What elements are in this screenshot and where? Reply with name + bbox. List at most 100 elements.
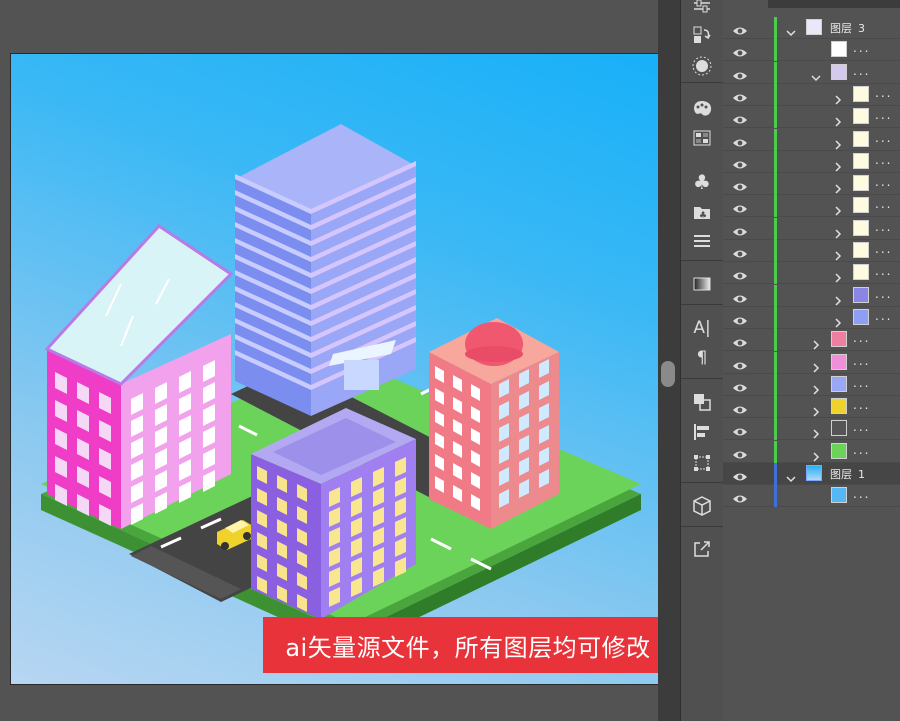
visibility-eye-icon[interactable] xyxy=(732,134,748,146)
visibility-eye-icon[interactable] xyxy=(732,490,748,503)
sublayer-name[interactable]: ... xyxy=(875,197,892,211)
sublayer-row[interactable]: ... xyxy=(723,83,900,106)
sublayer-name[interactable]: ... xyxy=(853,331,870,345)
visibility-eye-icon[interactable] xyxy=(732,67,748,80)
chevron-right-icon[interactable] xyxy=(833,179,843,194)
sublayer-row[interactable]: ... xyxy=(723,329,900,352)
chevron-right-icon[interactable] xyxy=(811,380,821,395)
chevron-down-icon[interactable] xyxy=(786,23,796,37)
sublayer-row[interactable]: ... xyxy=(723,61,900,84)
visibility-eye-icon[interactable] xyxy=(732,223,748,236)
chevron-right-icon[interactable] xyxy=(811,335,821,350)
sublayer-row[interactable]: ... xyxy=(723,217,900,240)
sublayer-row[interactable]: ... xyxy=(723,306,900,329)
layer-name[interactable]: 图层 1 xyxy=(830,466,865,482)
chevron-right-icon[interactable] xyxy=(811,402,821,417)
sublayer-row[interactable]: ... xyxy=(723,373,900,396)
chevron-right-icon[interactable] xyxy=(833,291,843,306)
sublayer-name[interactable]: ... xyxy=(853,443,870,457)
sublayer-row[interactable]: ... xyxy=(723,284,900,307)
sublayer-name[interactable]: ... xyxy=(875,264,892,278)
sun-icon[interactable] xyxy=(688,54,716,78)
align-icon[interactable] xyxy=(688,420,716,444)
chevron-right-icon[interactable] xyxy=(811,358,821,373)
paragraph-icon[interactable]: ¶ xyxy=(688,346,716,370)
sublayer-row[interactable]: ... xyxy=(723,150,900,173)
visibility-eye-icon[interactable] xyxy=(732,468,748,481)
sublayer-name[interactable]: ... xyxy=(853,376,870,390)
visibility-eye-icon[interactable] xyxy=(732,312,748,325)
sublayer-name[interactable]: ... xyxy=(875,242,892,256)
chevron-right-icon[interactable] xyxy=(833,157,843,172)
visibility-eye-icon[interactable] xyxy=(732,267,748,280)
sublayer-name[interactable]: ... xyxy=(875,175,892,189)
chevron-down-icon[interactable] xyxy=(811,68,821,81)
sublayer-name[interactable]: ... xyxy=(875,309,892,323)
transform-box-icon[interactable] xyxy=(688,451,716,475)
visibility-eye-icon[interactable] xyxy=(732,423,748,436)
sublayer-name[interactable]: ... xyxy=(853,64,870,78)
menu-lines-icon[interactable] xyxy=(688,229,716,253)
visibility-eye-icon[interactable] xyxy=(732,44,748,57)
sublayer-name[interactable]: ... xyxy=(853,398,870,412)
sublayer-name[interactable]: ... xyxy=(853,41,870,55)
canvas-area[interactable]: ai矢量源文件，所有图层均可修改 xyxy=(0,0,673,721)
sublayer-row[interactable]: ... xyxy=(723,351,900,374)
sublayer-row[interactable]: ... xyxy=(723,240,900,262)
visibility-eye-icon[interactable] xyxy=(732,178,748,191)
sublayer-row[interactable]: ... xyxy=(723,128,900,151)
layer-name[interactable]: 图层 3 xyxy=(830,20,865,36)
sublayer-name[interactable]: ... xyxy=(875,86,892,100)
chevron-right-icon[interactable] xyxy=(833,201,843,216)
sublayer-row[interactable]: ... xyxy=(723,418,900,441)
sublayer-row[interactable]: ... xyxy=(723,485,900,508)
visibility-eye-icon[interactable] xyxy=(732,200,748,213)
sublayer-name[interactable]: ... xyxy=(853,487,870,501)
club-icon[interactable]: ♣ xyxy=(688,170,716,194)
sublayer-row[interactable]: ... xyxy=(723,173,900,196)
chevron-right-icon[interactable] xyxy=(833,112,843,127)
transform-icon[interactable] xyxy=(688,23,716,47)
sublayer-name[interactable]: ... xyxy=(853,354,870,368)
chevron-right-icon[interactable] xyxy=(811,447,821,462)
sublayer-name[interactable]: ... xyxy=(875,131,892,145)
visibility-eye-icon[interactable] xyxy=(732,379,748,392)
sliders-icon[interactable] xyxy=(688,0,716,18)
character-icon[interactable]: A| xyxy=(688,316,716,340)
scrollbar-thumb[interactable] xyxy=(661,361,675,387)
visibility-eye-icon[interactable] xyxy=(732,245,748,258)
sublayer-row[interactable]: ... xyxy=(723,440,900,463)
layer-row-layer1[interactable]: 图层 1 xyxy=(723,463,900,485)
chevron-right-icon[interactable] xyxy=(833,90,843,105)
visibility-eye-icon[interactable] xyxy=(732,401,748,414)
library-icon[interactable]: ♣ xyxy=(688,200,716,224)
visibility-eye-icon[interactable] xyxy=(732,111,748,124)
visibility-eye-icon[interactable] xyxy=(732,89,748,102)
chevron-right-icon[interactable] xyxy=(833,313,843,328)
3d-cube-icon[interactable] xyxy=(688,494,716,518)
pathfinder-icon[interactable] xyxy=(688,390,716,414)
chevron-right-icon[interactable] xyxy=(833,268,843,283)
layer-row-layer3[interactable]: 图层 3 xyxy=(723,17,900,39)
export-icon[interactable] xyxy=(688,537,716,561)
sublayer-row[interactable]: ... xyxy=(723,396,900,419)
sublayer-name[interactable]: ... xyxy=(875,153,892,167)
gradient-icon[interactable] xyxy=(688,272,716,296)
visibility-eye-icon[interactable] xyxy=(732,357,748,369)
sublayer-name[interactable]: ... xyxy=(875,287,892,301)
chevron-down-icon[interactable] xyxy=(786,469,796,483)
artboard[interactable] xyxy=(10,53,659,685)
sublayer-name[interactable]: ... xyxy=(875,108,892,122)
visibility-eye-icon[interactable] xyxy=(732,446,748,459)
visibility-eye-icon[interactable] xyxy=(732,334,748,347)
sublayer-name[interactable]: ... xyxy=(853,420,870,434)
visibility-eye-icon[interactable] xyxy=(732,290,748,303)
visibility-eye-icon[interactable] xyxy=(732,156,748,169)
chevron-right-icon[interactable] xyxy=(811,424,821,439)
chevron-right-icon[interactable] xyxy=(833,135,843,150)
sublayer-row[interactable]: ... xyxy=(723,39,900,62)
swatch-grid-icon[interactable] xyxy=(688,126,716,150)
palette-icon[interactable] xyxy=(688,97,716,121)
sublayer-row[interactable]: ... xyxy=(723,195,900,218)
chevron-right-icon[interactable] xyxy=(833,246,843,261)
